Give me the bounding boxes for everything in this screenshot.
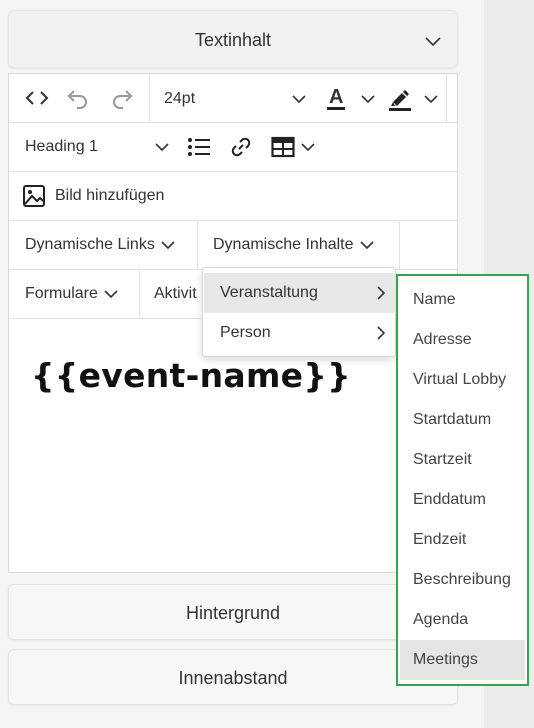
padding-label: Innenabstand [178,668,288,688]
text-color-icon: A [327,86,346,110]
dynamic-content-menu: Veranstaltung Person [202,267,396,357]
dynamic-content-label: Dynamische Inhalte [213,236,354,253]
submenu-item-label: Beschreibung [413,571,511,588]
submenu-item-virtual-lobby[interactable]: Virtual Lobby [400,360,525,400]
chevron-down-icon [161,241,175,250]
chevron-down-icon[interactable] [361,94,375,104]
submenu-item-end-date[interactable]: Enddatum [400,480,525,520]
dynamic-links-label: Dynamische Links [25,236,155,253]
text-content-accordion[interactable]: Textinhalt [8,10,458,68]
dynamic-links-button[interactable]: Dynamische Links [25,236,175,254]
toolbar-row-2: Heading 1 [9,123,457,172]
background-label: Hintergrund [185,603,281,623]
activities-label: Aktivit [154,285,197,302]
submenu-item-label: Name [413,291,456,308]
image-icon [23,185,45,207]
menu-item-label: Person [220,324,271,341]
chevron-down-icon [104,290,118,299]
chevron-down-icon [425,37,441,47]
toolbar-row-3: Bild hinzufügen [9,172,457,221]
submenu-item-start-time[interactable]: Startzeit [400,440,525,480]
add-image-label: Bild hinzufügen [55,187,165,204]
submenu-item-label: Virtual Lobby [413,371,507,388]
bullet-list-icon[interactable] [187,136,211,158]
chevron-down-icon[interactable] [155,142,169,152]
submenu-item-label: Startdatum [413,411,492,428]
submenu-item-label: Startzeit [413,451,472,468]
activities-button[interactable]: Aktivit [154,285,197,303]
heading-select-value: Heading 1 [25,138,98,155]
background-accordion[interactable]: Hintergrund [8,584,458,640]
submenu-item-label: Adresse [413,331,472,348]
menu-item-event[interactable]: Veranstaltung [204,273,396,313]
redo-icon[interactable] [110,86,134,110]
chevron-down-icon [359,241,374,250]
submenu-item-agenda[interactable]: Agenda [400,600,525,640]
heading-select[interactable]: Heading 1 [25,138,98,156]
submenu-item-label: Meetings [413,651,478,668]
submenu-item-description[interactable]: Beschreibung [400,560,525,600]
event-fields-submenu: Name Adresse Virtual Lobby Startdatum St… [396,274,529,686]
dynamic-content-button[interactable]: Dynamische Inhalte [213,236,374,254]
padding-accordion[interactable]: Innenabstand [8,649,458,705]
submenu-item-start-date[interactable]: Startdatum [400,400,525,440]
submenu-item-end-time[interactable]: Endzeit [400,520,525,560]
chevron-down-icon[interactable] [292,94,306,104]
submenu-item-address[interactable]: Adresse [400,320,525,360]
forms-button[interactable]: Formulare [25,285,118,303]
toolbar-row-1: 24pt A [9,74,457,123]
submenu-item-meetings[interactable]: Meetings [400,640,525,680]
add-image-button[interactable]: Bild hinzufügen [55,187,164,205]
chevron-right-icon [377,326,386,340]
menu-item-person[interactable]: Person [204,313,396,353]
content-heading[interactable]: {{event-name}} [31,356,351,395]
submenu-item-label: Enddatum [413,491,486,508]
font-size-select[interactable]: 24pt [164,90,195,108]
submenu-item-label: Agenda [413,611,469,628]
font-size-value: 24pt [164,90,196,107]
code-view-icon[interactable] [25,90,49,106]
link-icon[interactable] [229,135,253,159]
submenu-item-label: Endzeit [413,531,467,548]
table-icon[interactable] [271,136,295,158]
chevron-down-icon[interactable] [301,142,315,152]
text-color-button[interactable]: A [327,86,346,110]
undo-icon[interactable] [66,86,90,110]
toolbar-row-4: Dynamische Links Dynamische Inhalte [9,221,457,270]
highlight-color-icon[interactable] [387,86,413,112]
submenu-item-name[interactable]: Name [400,280,525,320]
chevron-right-icon [377,286,386,300]
chevron-down-icon[interactable] [424,94,438,104]
forms-label: Formulare [25,285,98,302]
accordion-title: Textinhalt [194,30,272,50]
menu-item-label: Veranstaltung [220,284,318,301]
